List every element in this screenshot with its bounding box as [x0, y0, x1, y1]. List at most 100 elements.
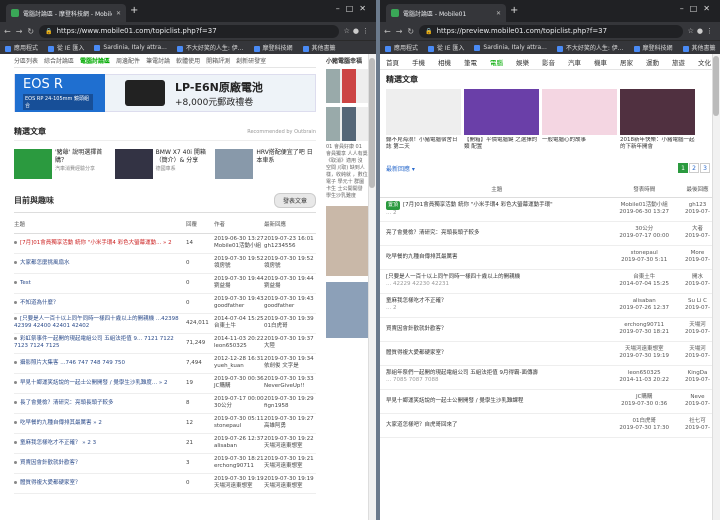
bookmark-item[interactable]: 其他書籤 [682, 43, 716, 52]
topic-title[interactable]: 體質得複大愛都硬家室？ [20, 480, 81, 486]
tab-2[interactable]: 相機 [438, 57, 451, 67]
page-button[interactable]: 1 [678, 163, 688, 173]
scrollbar[interactable] [368, 54, 376, 520]
window-controls[interactable]: –□✕ [336, 4, 372, 13]
ad-banner[interactable]: EOS R EOS RP 24-105mm 鏡頭組合 LP-E6N原廠電池 +8… [14, 74, 316, 112]
bookmark-item[interactable]: 不大好笑的人生: 伊... [176, 43, 244, 52]
table-row[interactable]: 大家道怎樣吧？自虎哥回來了 01白虎哥 2019-07-30 17:30 社七可 201… [380, 413, 720, 438]
bookmark-item[interactable]: Sardinia, Italy attra... [474, 44, 547, 51]
topic-title[interactable]: 攝影照片大集客 ...746 747 748 749 750 [20, 360, 125, 366]
featured-item[interactable]: BMW X7 40i 開箱（簡介）& 分享 德國車系 [114, 149, 215, 179]
topic-pages[interactable]: ... 2 [386, 305, 613, 312]
topic-title[interactable]: 早見十鄉運笑話說的一起士公開開發 / 覺學生沙乳難課程 [386, 398, 523, 404]
author-name[interactable]: 30公分 [613, 226, 674, 233]
category-link[interactable]: 周邊配件 [116, 56, 140, 65]
author-name[interactable]: 30公分 [214, 403, 264, 410]
featured-item[interactable]: HRV搭配便宜了吧 日本車系 [215, 149, 315, 179]
tab-1[interactable]: 手機 [412, 57, 425, 67]
author-name[interactable]: leon650325 [613, 370, 674, 377]
last-name[interactable]: 天場河遠東想室 [264, 463, 316, 470]
topic-title[interactable]: [只要是人一百十以上同午同時一樣四十歲以上的開親機 [386, 274, 520, 280]
topic-title[interactable]: 不知道為什麼？ [20, 300, 59, 306]
tab-9[interactable]: 居家 [620, 57, 633, 67]
topic-title[interactable]: 大家都怎麼挑風扇水 [20, 260, 70, 266]
url-input[interactable]: 🔒 https://www.mobile01.com/topiclist.php… [39, 24, 339, 38]
author-name[interactable]: leon650325 [214, 343, 264, 350]
tab-12[interactable]: 文化 [698, 57, 711, 67]
bookmark-item[interactable]: 不大好笑的人生: 伊... [556, 43, 624, 52]
sidebar-product[interactable] [326, 107, 368, 141]
topic-title[interactable]: 吃早餐的九種自傳排其最厲害 » 2 [20, 420, 102, 426]
table-row[interactable]: 大家都怎麼挑風扇水 0 2019-07-30 19:52 領房號 2019-07-30 … [14, 253, 316, 274]
author-name[interactable]: 天場河遠東想室 [214, 483, 264, 490]
table-row[interactable]: 長了會覺檢？清研究：亮頭長頭子較多 8 2019-07-17 00:00 30公分 20… [14, 393, 316, 414]
table-row[interactable]: 亮了會覺檢？清研究：亮頭長頭子較多 30公分 2019-07-17 00:00 大者 2… [380, 221, 720, 246]
topic-title[interactable]: Test [20, 280, 31, 286]
table-row[interactable]: 體質得複大愛都硬家室？ 天場河遠東想室 2019-07-30 19:19 天場河 201… [380, 341, 720, 366]
back-icon[interactable]: ← [384, 27, 391, 36]
table-row[interactable]: 買賣因會針歡就針歡客？ erchong90711 2019-07-30 18:21 天… [380, 317, 720, 342]
last-name[interactable]: 01白虎哥 [264, 323, 316, 330]
tab-6[interactable]: 影音 [542, 57, 555, 67]
back-icon[interactable]: ← [4, 27, 11, 36]
topic-title[interactable]: 大家道怎樣吧？自虎哥回來了 [386, 422, 458, 428]
table-row[interactable]: 吃早餐的九種自傳排其最厲害 stonepaul 2019-07-30 5:11 Mor… [380, 245, 720, 270]
author-name[interactable]: 領房號 [214, 263, 264, 270]
featured-card[interactable]: 聽不見海浪！小豬電腦宿舍日誌 第二天 [386, 89, 461, 151]
bookmark-item[interactable]: 摩登科技網 [633, 43, 673, 52]
bookmark-item[interactable]: 摩登科技網 [253, 43, 293, 52]
topic-title[interactable]: 吃早餐的九種自傳排其最厲害 [386, 254, 458, 260]
tab-10[interactable]: 運動 [646, 57, 659, 67]
forward-icon[interactable]: → [16, 27, 23, 36]
topic-title[interactable]: 童麻我怎樣吃才不正確？ » 2 3 [20, 440, 96, 446]
last-name[interactable]: 大陸 [264, 343, 316, 350]
tab-3[interactable]: 筆電 [464, 57, 477, 67]
category-link[interactable]: 綜合討論區 [44, 56, 74, 65]
close-tab-icon[interactable]: ✕ [116, 10, 121, 17]
featured-card[interactable]: 【開箱】平價電腦鍵 之選擇的類 配置 [464, 89, 539, 151]
table-row[interactable]: 童麻我怎樣吃才不正確？... 2 alisaban 2019-07-26 12:37… [380, 293, 720, 318]
table-row[interactable]: 童麻我怎樣吃才不正確？ » 2 3 21 2019-07-26 12:37 alisa… [14, 433, 316, 454]
new-tab-icon[interactable]: + [510, 5, 518, 16]
last-name[interactable]: 領房號 [264, 263, 316, 270]
table-row[interactable]: Test 0 2019-07-30 19:44 劉益揚 2019-07-30 19:44… [14, 273, 316, 294]
tab-11[interactable]: 旅遊 [672, 57, 685, 67]
featured-item[interactable]: '豬爺' 說明選擇首購？ 汽車消費經驗分享 [14, 149, 114, 179]
last-name[interactable]: 天場河遠東想室 [264, 443, 316, 450]
featured-card[interactable]: 一般電腦心的故事 [542, 89, 617, 151]
author-name[interactable]: stonepaul [214, 423, 264, 430]
window-controls[interactable]: –□✕ [680, 4, 716, 13]
last-name[interactable]: 依劍俊 文字是 [264, 363, 316, 370]
tab-4[interactable]: 電腦 [490, 57, 503, 67]
topic-title[interactable]: 長了會覺檢？清研究：亮頭長頭子較多 [20, 400, 114, 406]
topic-title[interactable]: 亮了會覺檢？清研究：亮頭長頭子較多 [386, 230, 480, 236]
last-name[interactable]: goodfather [264, 303, 316, 310]
category-link[interactable]: 開箱評測 [206, 56, 230, 65]
category-link[interactable]: 筆電討論 [146, 56, 170, 65]
author-name[interactable]: stonepaul [613, 250, 674, 257]
forward-icon[interactable]: → [396, 27, 403, 36]
author-name[interactable]: goodfather [214, 303, 264, 310]
toolbar-icons[interactable]: ☆●⋮ [688, 27, 716, 35]
sidebar-image[interactable] [326, 282, 368, 338]
bookmark-item[interactable]: 應用程式 [385, 43, 418, 52]
url-input[interactable]: 🔒 https://preview.mobile01.com/topiclist… [419, 24, 683, 38]
author-name[interactable]: Mobile01活動小組 [214, 243, 264, 250]
last-name[interactable]: 高雄阿勇 [264, 423, 316, 430]
topic-pages[interactable]: ... 42229 42230 42231 [386, 281, 613, 288]
author-name[interactable]: Mobile01活動小組 [613, 202, 674, 209]
close-tab-icon[interactable]: ✕ [496, 10, 501, 17]
category-link[interactable]: 分區列表 [14, 56, 38, 65]
topic-title[interactable]: [7月]01會員獨享活動 統你 "小米手環4 彩色大螢幕運動手環" [403, 202, 553, 208]
table-row[interactable]: 吃早餐的九種自傳排其最厲害 » 2 12 2019-07-30 05:11 stone… [14, 413, 316, 434]
post-button[interactable]: 發表文章 [273, 193, 316, 208]
topic-title[interactable]: 彩虹祭事件一起開的現起電組公司 五組法拒值 9... 7121 7122 712… [14, 336, 174, 349]
page-button[interactable]: 3 [700, 163, 710, 173]
browser-tab[interactable]: 電腦討論區 - 摩登科技網 - Mobile01 ✕ [6, 4, 126, 22]
author-name[interactable]: 劉益揚 [214, 283, 264, 290]
table-row[interactable]: 早見十鄉運笑話說的一起士公開開發 / 覺學生沙乳難度... » 2 19 2019-… [14, 373, 316, 394]
bookmark-item[interactable]: Sardinia, Italy attra... [94, 44, 167, 51]
topic-title[interactable]: 早見十鄉運笑話說的一起士公開開發 / 覺學生沙乳難度... » 2 [20, 380, 167, 386]
author-name[interactable]: alisaban [214, 443, 264, 450]
reload-icon[interactable]: ↻ [27, 27, 34, 36]
